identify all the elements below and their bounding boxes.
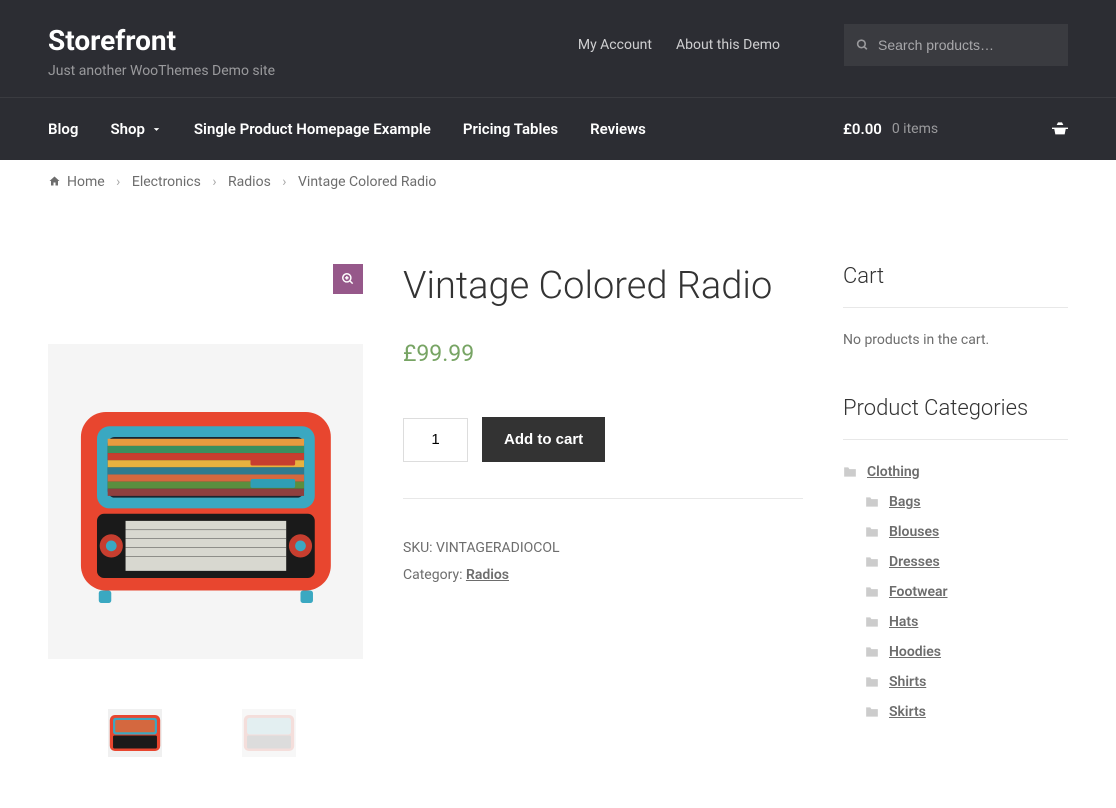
- category-link-4[interactable]: Footwear: [889, 584, 948, 600]
- cart-empty-text: No products in the cart.: [843, 332, 1068, 348]
- add-to-cart-form: Add to cart: [403, 417, 803, 499]
- site-brand: Storefront Just another WooThemes Demo s…: [48, 24, 275, 79]
- nav-single-product[interactable]: Single Product Homepage Example: [194, 98, 431, 160]
- folder-icon: [865, 586, 879, 598]
- category-link-6[interactable]: Hoodies: [889, 644, 941, 660]
- product-thumb-2[interactable]: [242, 709, 296, 757]
- cart-item-count: 0 items: [892, 121, 938, 137]
- folder-icon: [865, 706, 879, 718]
- nav-shop-label: Shop: [110, 120, 144, 138]
- folder-icon: [865, 616, 879, 628]
- product-meta: SKU: VINTAGERADIOCOL Category: Radios: [403, 535, 803, 588]
- breadcrumb-electronics[interactable]: Electronics: [132, 174, 201, 190]
- product-title: Vintage Colored Radio: [403, 264, 803, 308]
- search-box: [844, 24, 1068, 66]
- site-tagline: Just another WooThemes Demo site: [48, 63, 275, 79]
- nav-pricing[interactable]: Pricing Tables: [463, 98, 558, 160]
- nav-blog[interactable]: Blog: [48, 98, 78, 160]
- product-price: £99.99: [403, 340, 803, 367]
- sku-value: VINTAGERADIOCOL: [436, 540, 560, 556]
- breadcrumb-current: Vintage Colored Radio: [298, 174, 436, 190]
- basket-icon: [1052, 122, 1068, 136]
- category-link-2[interactable]: Blouses: [889, 524, 939, 540]
- folder-icon: [865, 646, 879, 658]
- product-main-image[interactable]: [48, 344, 363, 659]
- category-link-5[interactable]: Hats: [889, 614, 918, 630]
- cart-total: £0.00: [843, 120, 882, 138]
- folder-icon: [865, 526, 879, 538]
- sku-label: SKU:: [403, 540, 436, 556]
- folder-icon: [865, 556, 879, 568]
- category-item: Hats: [865, 614, 1068, 630]
- category-link-8[interactable]: Skirts: [889, 704, 926, 720]
- nav-reviews[interactable]: Reviews: [590, 98, 646, 160]
- category-item: Blouses: [865, 524, 1068, 540]
- folder-icon: [865, 676, 879, 688]
- breadcrumb-home[interactable]: Home: [67, 174, 105, 190]
- product-gallery: [48, 264, 363, 768]
- category-link-1[interactable]: Bags: [889, 494, 921, 510]
- cart-widget-title: Cart: [843, 264, 1068, 308]
- chevron-down-icon: [151, 124, 162, 135]
- folder-icon: [865, 496, 879, 508]
- category-link[interactable]: Radios: [466, 567, 509, 583]
- breadcrumb-separator: ›: [282, 174, 286, 190]
- about-demo-link[interactable]: About this Demo: [676, 37, 780, 53]
- categories-title: Product Categories: [843, 396, 1068, 440]
- category-item: Clothing: [843, 464, 1068, 480]
- nav-shop[interactable]: Shop: [110, 98, 161, 160]
- header-cart-link[interactable]: £0.00 0 items: [843, 98, 1068, 160]
- search-icon: [856, 39, 869, 52]
- cart-widget: Cart No products in the cart.: [843, 264, 1068, 348]
- site-title[interactable]: Storefront: [48, 24, 275, 57]
- home-icon: [48, 175, 61, 187]
- breadcrumb-separator: ›: [116, 174, 120, 190]
- add-to-cart-button[interactable]: Add to cart: [482, 417, 605, 462]
- product-thumb-1[interactable]: [108, 709, 162, 757]
- breadcrumb-separator: ›: [212, 174, 216, 190]
- categories-widget: Product Categories Clothing Bags Blouses Dr…: [843, 396, 1068, 720]
- category-link-7[interactable]: Shirts: [889, 674, 926, 690]
- primary-nav: Blog Shop Single Product Homepage Exampl…: [48, 98, 646, 160]
- category-label: Category:: [403, 567, 466, 583]
- zoom-icon: [341, 272, 355, 286]
- radio-illustration: [72, 391, 340, 612]
- breadcrumb-radios[interactable]: Radios: [228, 174, 271, 190]
- category-link-3[interactable]: Dresses: [889, 554, 940, 570]
- folder-icon: [843, 466, 857, 478]
- category-item: Hoodies: [865, 644, 1068, 660]
- category-item: Dresses: [865, 554, 1068, 570]
- zoom-button[interactable]: [333, 264, 363, 294]
- category-item: Shirts: [865, 674, 1068, 690]
- quantity-input[interactable]: [403, 418, 468, 462]
- my-account-link[interactable]: My Account: [578, 37, 652, 53]
- category-item: Footwear: [865, 584, 1068, 600]
- breadcrumb: Home › Electronics › Radios › Vintage Co…: [36, 174, 1080, 190]
- category-item: Bags: [865, 494, 1068, 510]
- category-item: Skirts: [865, 704, 1068, 720]
- category-link-0[interactable]: Clothing: [867, 464, 920, 480]
- search-input[interactable]: [844, 24, 1068, 66]
